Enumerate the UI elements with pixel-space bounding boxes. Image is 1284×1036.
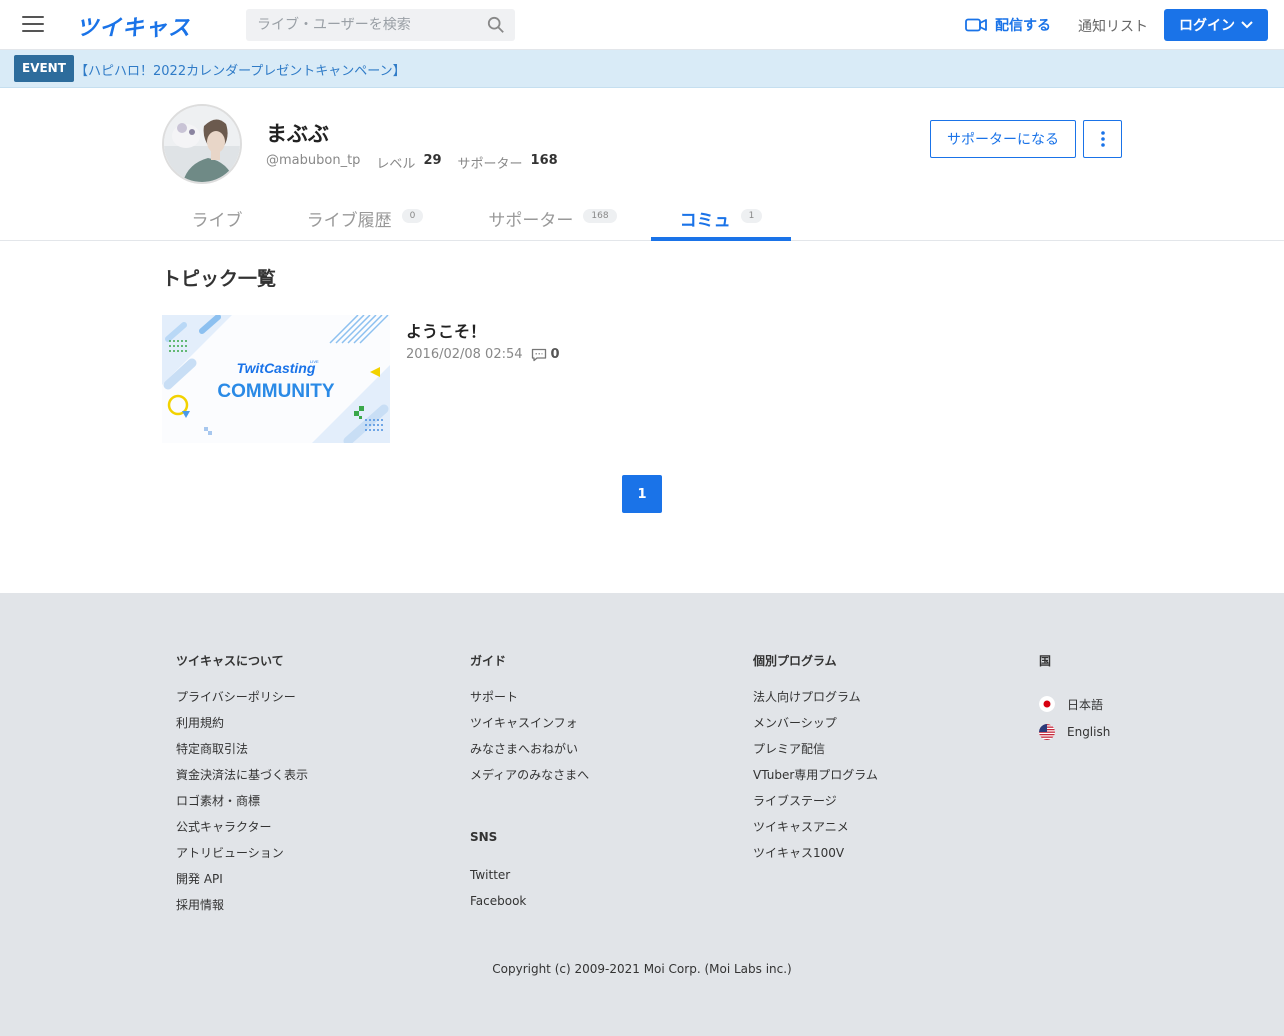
vertical-ellipsis-icon xyxy=(1100,131,1105,147)
footer-link[interactable]: プレミア配信 xyxy=(753,742,878,768)
footer-heading: ガイド xyxy=(470,654,507,668)
search-box xyxy=(246,9,515,41)
site-footer: ツイキャスについて プライバシーポリシー 利用規約 特定商取引法 資金決済法に基… xyxy=(0,593,1284,1036)
footer-link[interactable]: VTuber専用プログラム xyxy=(753,768,878,794)
login-button[interactable]: ログイン xyxy=(1164,9,1268,41)
topic-meta: 2016/02/08 02:54 0 xyxy=(406,347,560,362)
hamburger-menu-icon[interactable] xyxy=(22,16,44,34)
footer-heading: 国 xyxy=(1039,654,1052,668)
pagination-page-1[interactable]: 1 xyxy=(622,475,662,513)
tab-label: ライブ履歴 xyxy=(306,211,392,231)
profile-name: まぶぶ xyxy=(266,122,329,146)
topic-thumbnail[interactable]: TwitCasting LIVE COMMUNITY xyxy=(162,315,390,443)
language-english[interactable]: English xyxy=(1039,718,1110,746)
footer-link[interactable]: サポート xyxy=(470,690,589,716)
footer-link[interactable]: ツイキャス100V xyxy=(753,846,878,872)
become-supporter-button[interactable]: サポーターになる xyxy=(930,120,1076,158)
thumbnail-brand: TwitCasting xyxy=(237,360,316,376)
language-label: 日本語 xyxy=(1067,697,1104,712)
footer-link-twitter[interactable]: Twitter xyxy=(470,868,589,894)
supporter-count: 168 xyxy=(530,153,558,168)
search-icon[interactable] xyxy=(487,16,505,34)
language-label: English xyxy=(1067,725,1111,739)
footer-link-facebook[interactable]: Facebook xyxy=(470,894,589,920)
copyright: Copyright (c) 2009-2021 Moi Corp. (Moi L… xyxy=(492,962,792,976)
footer-heading-sns: SNS xyxy=(470,830,498,844)
footer-link[interactable]: プライバシーポリシー xyxy=(176,690,308,716)
avatar[interactable] xyxy=(162,104,242,184)
event-link[interactable]: 【ハピハロ！2022カレンダープレゼントキャンペーン】 xyxy=(75,60,406,79)
login-label: ログイン xyxy=(1179,18,1235,34)
topic-title[interactable]: ようこそ！ xyxy=(406,318,486,342)
footer-link[interactable]: ライブステージ xyxy=(753,794,878,820)
video-camera-icon xyxy=(965,18,987,32)
supporter-label: サポーター xyxy=(457,157,523,172)
tab-live-history[interactable]: ライブ履歴 0 xyxy=(285,195,445,241)
footer-link[interactable]: メンバーシップ xyxy=(753,716,878,742)
us-flag-icon xyxy=(1039,724,1055,740)
footer-column-programs: 個別プログラム 法人向けプログラム メンバーシップ プレミア配信 VTuber専… xyxy=(753,652,878,872)
footer-link[interactable]: アトリビューション xyxy=(176,846,308,872)
tab-supporters[interactable]: サポーター 168 xyxy=(470,195,635,241)
level-value: 29 xyxy=(423,153,442,168)
profile-meta: @mabubon_tp レベル 29 サポーター 168 xyxy=(266,153,574,172)
broadcast-label: 配信する xyxy=(995,18,1051,34)
footer-column-guide: ガイド サポート ツイキャスインフォ みなさまへおねがい メディアのみなさまへ … xyxy=(470,652,589,920)
thumbnail-brand-sup: LIVE xyxy=(310,359,319,364)
footer-link[interactable]: 資金決済法に基づく表示 xyxy=(176,768,308,794)
tab-badge: 1 xyxy=(740,209,763,223)
footer-link[interactable]: ロゴ素材・商標 xyxy=(176,794,308,820)
thumbnail-title: COMMUNITY xyxy=(217,381,334,402)
language-japanese[interactable]: 日本語 xyxy=(1039,690,1110,718)
broadcast-button[interactable]: 配信する xyxy=(965,15,1051,35)
japan-flag-icon xyxy=(1039,696,1055,712)
tab-badge: 168 xyxy=(583,209,617,223)
comment-icon xyxy=(531,348,546,361)
footer-link[interactable]: 法人向けプログラム xyxy=(753,690,878,716)
footer-link[interactable]: みなさまへおねがい xyxy=(470,742,589,768)
footer-heading: ツイキャスについて xyxy=(176,654,284,668)
level-label: レベル xyxy=(376,157,416,172)
tab-badge: 0 xyxy=(401,209,424,223)
footer-link[interactable]: ツイキャスアニメ xyxy=(753,820,878,846)
site-logo[interactable]: ツイキャス xyxy=(76,10,191,42)
profile-handle: @mabubon_tp xyxy=(266,153,361,168)
footer-column-about: ツイキャスについて プライバシーポリシー 利用規約 特定商取引法 資金決済法に基… xyxy=(176,652,308,924)
footer-column-country: 国 日本語 English xyxy=(1039,652,1110,746)
tab-community[interactable]: コミュ 1 xyxy=(651,195,791,241)
tab-label: ライブ xyxy=(191,211,243,231)
more-options-button[interactable] xyxy=(1083,120,1122,158)
footer-link[interactable]: 公式キャラクター xyxy=(176,820,308,846)
footer-link[interactable]: 利用規約 xyxy=(176,716,308,742)
top-header: ツイキャス 配信する 通知リスト ログイン xyxy=(0,0,1284,50)
event-tag: EVENT xyxy=(14,55,74,82)
tab-label: コミュ xyxy=(679,211,731,231)
search-input[interactable] xyxy=(246,9,476,41)
footer-link[interactable]: ツイキャスインフォ xyxy=(470,716,589,742)
notification-list-link[interactable]: 通知リスト xyxy=(1078,16,1148,36)
footer-heading: 個別プログラム xyxy=(753,654,837,668)
footer-link[interactable]: 採用情報 xyxy=(176,898,308,924)
tab-live[interactable]: ライブ xyxy=(162,195,272,241)
topic-date: 2016/02/08 02:54 xyxy=(406,347,523,362)
section-title: トピック一覧 xyxy=(162,268,277,290)
comment-count: 0 xyxy=(550,347,560,362)
profile-tabs: ライブ ライブ履歴 0 サポーター 168 コミュ 1 xyxy=(0,195,1284,241)
tab-label: サポーター xyxy=(488,211,574,231)
event-banner: EVENT 【ハピハロ！2022カレンダープレゼントキャンペーン】 xyxy=(0,50,1284,88)
footer-link[interactable]: 開発 API xyxy=(176,872,308,898)
footer-link[interactable]: 特定商取引法 xyxy=(176,742,308,768)
chevron-down-icon xyxy=(1241,21,1253,29)
footer-link[interactable]: メディアのみなさまへ xyxy=(470,768,589,794)
